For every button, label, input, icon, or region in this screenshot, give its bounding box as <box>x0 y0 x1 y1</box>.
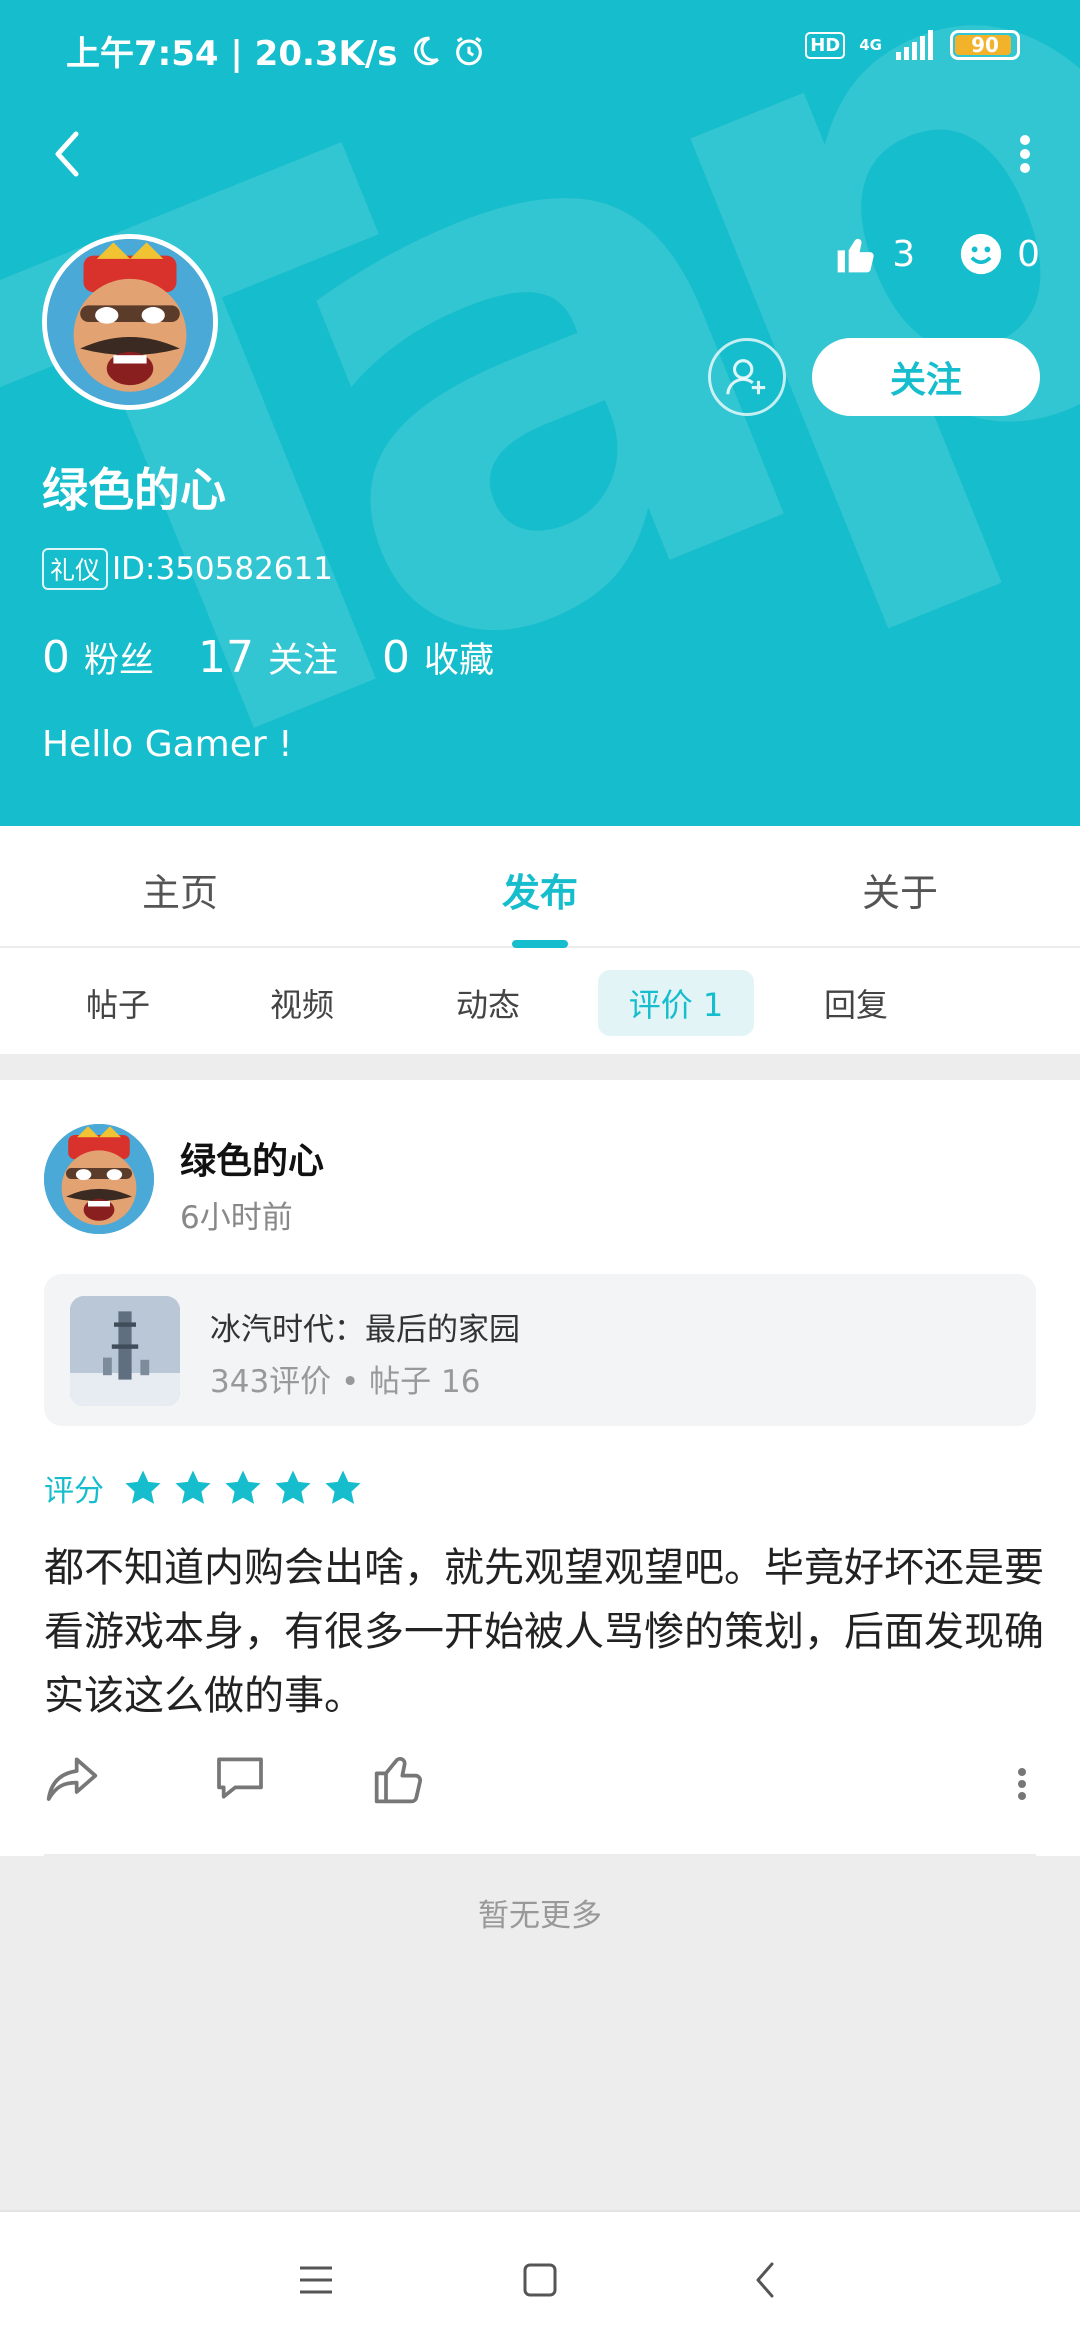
star-icon <box>225 1470 261 1504</box>
thumbs-up-icon <box>837 238 874 273</box>
star-icon <box>325 1470 361 1504</box>
post-time: 6小时前 <box>180 1200 293 1236</box>
battery-level: 90 <box>971 33 999 57</box>
subtab-replies[interactable]: 回复 <box>796 970 916 1036</box>
star-icon <box>275 1470 311 1504</box>
post-more-button[interactable] <box>1002 1750 1042 1814</box>
status-time-speed: 上午7:54 | 20.3K/s <box>66 34 398 74</box>
tab-publish[interactable]: 发布 <box>440 862 640 917</box>
profile-counts: 0 粉丝 17 关注 0 收藏 <box>42 632 538 683</box>
post-author-name[interactable]: 绿色的心 <box>180 1132 324 1184</box>
main-tabs: 主页 发布 关于 <box>0 826 1080 948</box>
rating-stars <box>122 1467 364 1509</box>
star-icon <box>125 1470 161 1504</box>
system-nav-bar <box>0 2210 1080 2340</box>
subtab-moments[interactable]: 动态 <box>428 970 548 1036</box>
comment-icon <box>217 1757 263 1799</box>
no-more-text: 暂无更多 <box>478 1898 602 1934</box>
rating-label: 评分 <box>44 1474 104 1509</box>
active-tab-indicator <box>512 940 568 948</box>
chevron-left-icon <box>55 131 79 177</box>
add-user-icon <box>726 359 766 395</box>
smiles-stat[interactable]: 0 <box>959 232 1040 276</box>
favorites-label[interactable]: 收藏 <box>424 632 494 683</box>
share-icon <box>46 1757 98 1801</box>
profile-header: Tap 上午7:54 | 20.3K/s HD 4G 90 3 0 关注 绿色的… <box>0 0 1080 826</box>
profile-bio: Hello Gamer ! <box>42 724 293 765</box>
more-vertical-icon <box>1020 135 1030 173</box>
likes-count: 3 <box>892 233 916 275</box>
chevron-left-icon <box>756 2262 774 2298</box>
subtab-reviews[interactable]: 评价 1 <box>598 970 754 1036</box>
fans-count[interactable]: 0 <box>42 632 70 683</box>
back-button[interactable] <box>40 124 100 184</box>
status-right: HD 4G 90 <box>805 30 1020 60</box>
following-label[interactable]: 关注 <box>268 632 338 683</box>
more-vertical-icon <box>1018 1768 1026 1800</box>
star-icon <box>175 1470 211 1504</box>
profile-username: 绿色的心 <box>42 463 226 517</box>
rating-row: 评分 <box>44 1466 364 1510</box>
favorites-count[interactable]: 0 <box>382 632 410 683</box>
sub-tabs: 帖子 视频 动态 评价 1 回复 <box>0 948 1080 1054</box>
comment-button[interactable] <box>212 1750 276 1814</box>
subtab-posts[interactable]: 帖子 <box>58 970 178 1036</box>
reaction-stats: 3 0 <box>834 232 1040 276</box>
status-left: 上午7:54 | 20.3K/s <box>66 26 486 75</box>
signal-icon <box>896 30 933 60</box>
subtab-videos[interactable]: 视频 <box>242 970 362 1036</box>
menu-icon <box>300 2266 332 2294</box>
smile-icon <box>960 233 1002 275</box>
more-options-button[interactable] <box>1000 124 1050 184</box>
author-avatar[interactable] <box>44 1124 154 1234</box>
tab-home[interactable]: 主页 <box>80 862 280 917</box>
game-card[interactable]: 冰汽时代：最后的家园 343评价 • 帖子 16 <box>44 1274 1036 1426</box>
game-thumbnail <box>70 1296 180 1406</box>
nav-menu-button[interactable] <box>286 2250 346 2310</box>
moon-icon <box>413 36 439 65</box>
post-actions <box>44 1750 1044 1820</box>
likes-stat[interactable]: 3 <box>834 232 915 276</box>
battery-icon: 90 <box>950 30 1020 60</box>
user-id-row: 礼仪 ID:350582611 <box>42 548 333 590</box>
tab-about[interactable]: 关于 <box>800 862 1000 917</box>
card-divider <box>44 1854 1036 1856</box>
like-button[interactable] <box>372 1750 436 1814</box>
nav-home-button[interactable] <box>510 2250 570 2310</box>
user-tag-badge[interactable]: 礼仪 <box>42 548 109 590</box>
fans-label[interactable]: 粉丝 <box>84 632 154 683</box>
network-label: 4G <box>859 35 882 54</box>
share-button[interactable] <box>44 1750 108 1814</box>
following-count[interactable]: 17 <box>198 632 254 683</box>
review-text[interactable]: 都不知道内购会出啥，就先观望观望吧。毕竟好坏还是要看游戏本身，有很多一开始被人骂… <box>44 1536 1044 1728</box>
smiles-count: 0 <box>1017 233 1040 275</box>
game-title: 冰汽时代：最后的家园 <box>210 1312 520 1348</box>
nav-back-button[interactable] <box>736 2250 796 2310</box>
status-bar: 上午7:54 | 20.3K/s HD 4G 90 <box>0 0 1080 100</box>
add-friend-button[interactable] <box>708 338 786 416</box>
follow-button[interactable]: 关注 <box>812 338 1040 416</box>
hd-icon: HD <box>805 31 846 59</box>
square-icon <box>523 2263 557 2297</box>
thumbs-up-outline-icon <box>374 1757 422 1804</box>
alarm-icon <box>455 36 482 65</box>
game-meta: 343评价 • 帖子 16 <box>210 1364 481 1400</box>
review-card: 绿色的心 6小时前 冰汽时代：最后的家园 343评价 • 帖子 16 评分 都不… <box>0 1080 1080 1856</box>
user-id: ID:350582611 <box>112 551 333 587</box>
profile-avatar[interactable] <box>42 234 218 410</box>
